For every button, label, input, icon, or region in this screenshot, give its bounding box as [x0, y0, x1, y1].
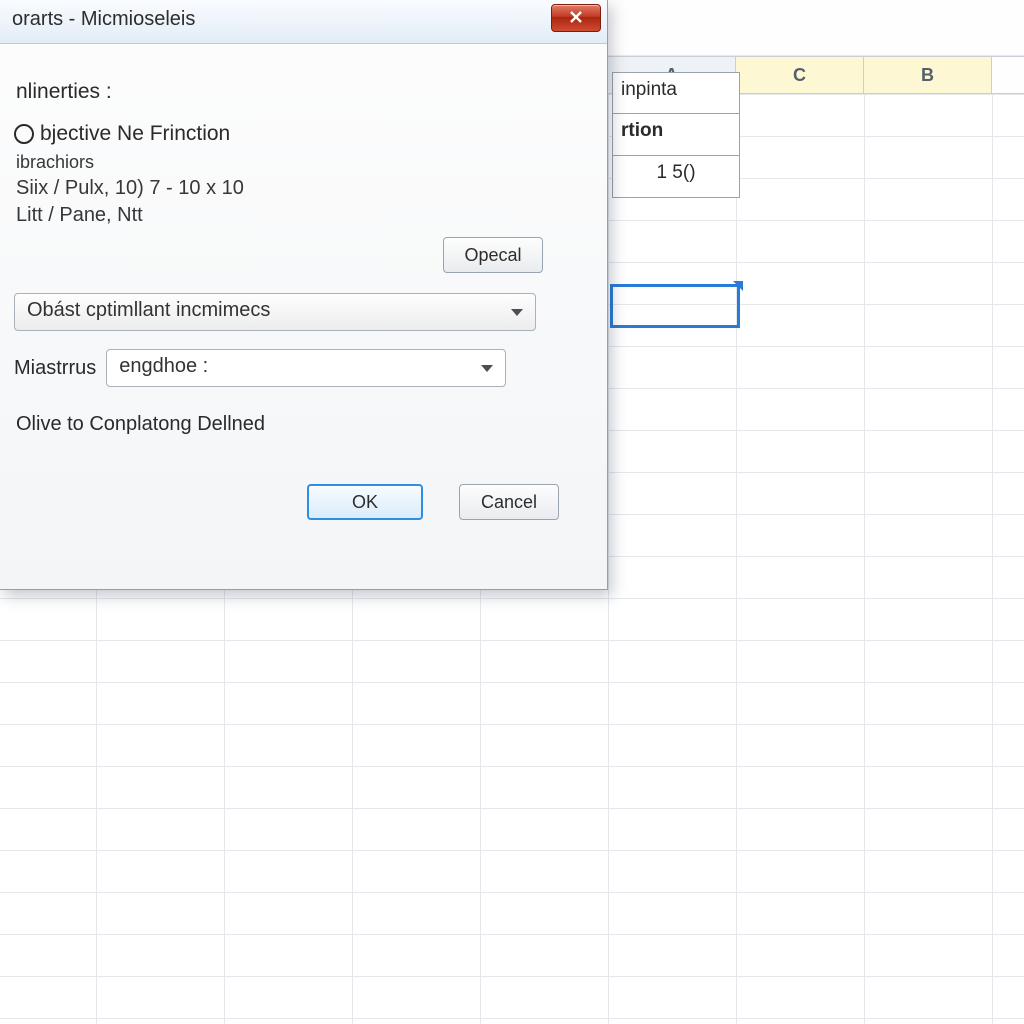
cell-a4[interactable]: 1 5() [612, 156, 740, 198]
column-header-c[interactable]: C [736, 56, 864, 93]
dialog-titlebar[interactable]: orarts - Micmioseleis [0, 0, 607, 44]
dialog-body: nlinerties : bjective Ne Frinction ibrac… [0, 44, 607, 520]
chevron-down-icon [477, 358, 497, 378]
close-icon [568, 9, 584, 25]
column-header-trailer [992, 56, 1024, 93]
method-combo[interactable]: Obást cptimllant incmimecs [14, 293, 536, 331]
radio-icon[interactable] [14, 124, 34, 144]
chevron-down-icon [507, 302, 527, 322]
miastrrus-combo[interactable]: engdhoe : [106, 349, 506, 387]
cancel-button[interactable]: Cancel [459, 484, 559, 520]
sub-label-3: Litt / Pane, Ntt [16, 204, 585, 227]
active-cell-selection[interactable] [610, 284, 740, 328]
miastrrus-combo-value: engdhoe : [119, 355, 208, 377]
opecal-button[interactable]: Opecal [443, 237, 543, 273]
sub-label-1: ibrachiors [16, 152, 585, 173]
close-button[interactable] [551, 4, 601, 32]
objective-line[interactable]: bjective Ne Frinction [14, 122, 585, 146]
sub-label-2: Siix / Pulx, 10) 7 - 10 x 10 [16, 177, 585, 200]
column-header-b[interactable]: B [864, 56, 992, 93]
filled-range: inpinta rtion 1 5() [612, 72, 740, 198]
miastrrus-label: Miastrrus [14, 357, 96, 380]
method-combo-value: Obást cptimllant incmimecs [27, 299, 270, 321]
ok-button[interactable]: OK [307, 484, 423, 520]
miastrrus-row: Miastrrus engdhoe : [14, 349, 585, 387]
solver-dialog: orarts - Micmioseleis nlinerties : bject… [0, 0, 608, 590]
dialog-footer: OK Cancel [14, 484, 585, 520]
cell-a3[interactable]: rtion [612, 114, 740, 156]
dialog-title: orarts - Micmioseleis [8, 8, 195, 30]
olive-label: Olive to Conplatong Dellned [16, 413, 585, 436]
opecal-row: Opecal [14, 237, 543, 273]
section-label: nlinerties : [16, 80, 585, 104]
cell-a2[interactable]: inpinta [612, 72, 740, 114]
objective-text: bjective Ne Frinction [40, 122, 230, 146]
